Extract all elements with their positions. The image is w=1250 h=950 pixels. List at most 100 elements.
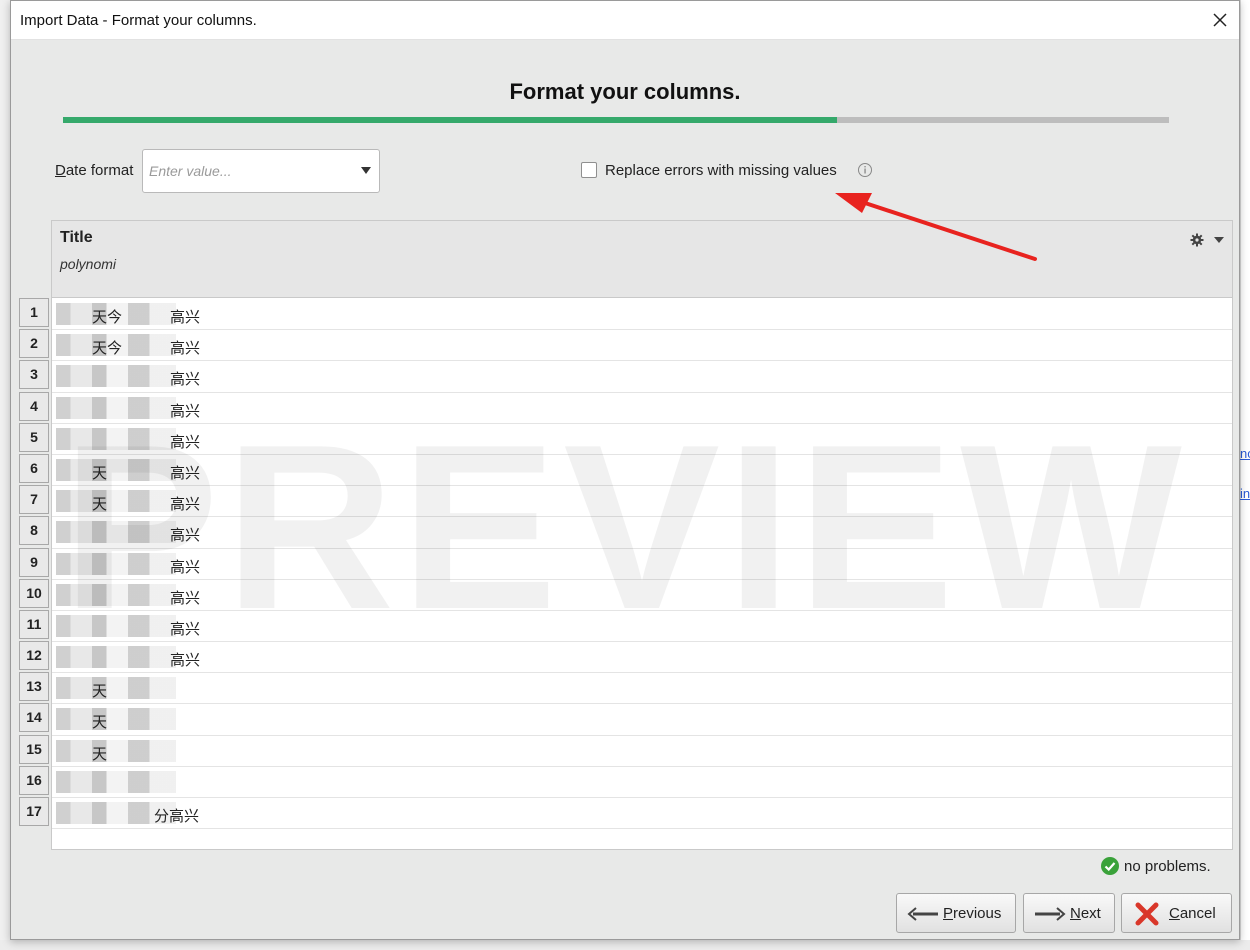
row-number: 17 [19, 797, 49, 826]
table-cell: 天今 [92, 340, 123, 358]
redacted-cell-blur [56, 458, 176, 481]
redacted-cell-blur [56, 396, 176, 419]
redacted-cell-blur [56, 490, 176, 513]
table-cell-tail: 高兴 [170, 527, 201, 545]
table-row[interactable]: 高兴 [52, 549, 1232, 580]
table-cell: 天今 [92, 309, 123, 326]
table-cell-tail: 高兴 [170, 309, 201, 326]
table-row[interactable]: 分高兴 [52, 798, 1232, 830]
info-icon[interactable] [857, 162, 873, 178]
date-format-combobox[interactable]: Enter value... [142, 149, 380, 193]
table-cell-tail: 高兴 [170, 652, 201, 670]
import-data-dialog: Import Data - Format your columns. Forma… [10, 0, 1240, 940]
column-type-hint: polynomi [60, 256, 117, 272]
row-number-column: 1 2 3 4 5 6 7 8 9 10 11 12 13 14 15 16 17 [19, 298, 49, 828]
background-link[interactable]: no [1240, 446, 1250, 461]
row-number: 8 [19, 516, 49, 546]
row-number: 14 [19, 703, 49, 733]
redacted-cell-blur [56, 365, 176, 388]
row-number: 13 [19, 672, 49, 702]
redacted-cell-blur [56, 552, 176, 575]
table-cell-tail: 分高兴 [154, 808, 200, 825]
table-cell-tail: 高兴 [170, 433, 201, 451]
table-cell: 天 [92, 683, 108, 701]
background-app-bottom [0, 940, 1250, 950]
dialog-titlebar: Import Data - Format your columns. [11, 1, 1239, 40]
table-row[interactable]: 高兴 [52, 580, 1232, 611]
table-row[interactable]: 高兴 [52, 517, 1232, 549]
replace-errors-checkbox[interactable] [581, 162, 597, 178]
table-row[interactable]: 天 高兴 [52, 455, 1232, 487]
table-cell-tail: 高兴 [170, 589, 201, 607]
redacted-cell-blur [56, 521, 176, 544]
table-row[interactable]: 高兴 [52, 642, 1232, 674]
wizard-progress-bar [63, 117, 1169, 123]
check-circle-icon [1101, 857, 1119, 875]
next-button-label: Next [1070, 905, 1101, 922]
table-cell-tail: 高兴 [170, 558, 201, 576]
replace-errors-label[interactable]: Replace errors with missing values [605, 162, 837, 179]
next-button[interactable]: Next [1023, 893, 1115, 933]
redacted-cell-blur [56, 770, 176, 793]
row-number: 11 [19, 609, 49, 639]
previous-button-label: Previous [943, 905, 1002, 922]
table-cell-tail: 高兴 [170, 464, 201, 482]
table-cell: 天 [92, 496, 108, 514]
redacted-cell-blur [56, 583, 176, 606]
row-number: 10 [19, 578, 49, 608]
table-row[interactable]: 天 [52, 704, 1232, 736]
redacted-cell-blur [56, 646, 176, 669]
background-app-strip [1240, 0, 1250, 950]
row-number: 15 [19, 734, 49, 764]
arrow-left-icon [907, 907, 938, 921]
row-number: 7 [19, 485, 49, 515]
table-cell-tail: 高兴 [170, 496, 201, 514]
table-row[interactable]: 高兴 [52, 424, 1232, 455]
table-row[interactable]: 高兴 [52, 611, 1232, 643]
cancel-button[interactable]: Cancel [1121, 893, 1232, 933]
table-row[interactable]: 天今 高兴 [52, 330, 1232, 362]
dialog-title: Import Data - Format your columns. [20, 12, 257, 29]
table-cell-tail: 高兴 [170, 340, 201, 358]
table-row[interactable]: 天 [52, 673, 1232, 705]
close-red-icon [1135, 902, 1159, 926]
table-cell: 天 [92, 745, 108, 763]
date-format-placeholder: Enter value... [149, 163, 232, 179]
table-row[interactable]: 天今 高兴 [52, 299, 1232, 331]
table-row[interactable]: 天 高兴 [52, 486, 1232, 518]
background-link[interactable]: in [1240, 486, 1250, 501]
status-text: no problems. [1124, 858, 1211, 875]
row-number: 6 [19, 453, 49, 483]
row-number: 2 [19, 329, 49, 359]
table-cell: 天 [92, 714, 108, 732]
table-cell: 天 [92, 464, 108, 482]
chevron-down-icon[interactable] [361, 167, 371, 174]
redacted-cell-blur [56, 427, 176, 450]
gear-icon[interactable] [1190, 233, 1204, 247]
close-icon [1213, 13, 1227, 27]
row-number: 12 [19, 641, 49, 671]
redacted-cell-blur [56, 739, 176, 762]
data-rows: 天今 高兴 天今 高兴 高兴 高兴 高兴天高兴天高兴 高兴 高兴 高兴 高兴 高兴天天天分高兴 [52, 299, 1232, 830]
column-title: Title [60, 229, 93, 246]
redacted-cell-blur [56, 614, 176, 637]
table-row[interactable]: 天 [52, 736, 1232, 767]
row-number: 1 [19, 298, 49, 327]
arrow-right-icon [1035, 907, 1066, 921]
wizard-progress-fill [63, 117, 838, 123]
redacted-cell-blur [56, 677, 176, 700]
cancel-button-label: Cancel [1169, 905, 1216, 922]
status-area: no problems. [1100, 856, 1225, 878]
column-header[interactable]: Title polynomi [52, 221, 1232, 298]
row-number: 16 [19, 765, 49, 795]
table-cell-tail: 高兴 [170, 402, 201, 420]
previous-button[interactable]: Previous [896, 893, 1016, 933]
column-menu-chevron-icon[interactable] [1214, 237, 1224, 243]
row-number: 5 [19, 422, 49, 452]
table-row[interactable]: 高兴 [52, 393, 1232, 424]
table-row[interactable] [52, 767, 1232, 798]
close-button[interactable] [1207, 7, 1233, 33]
row-number: 4 [19, 391, 49, 421]
row-number: 3 [19, 360, 49, 390]
table-row[interactable]: 高兴 [52, 361, 1232, 393]
